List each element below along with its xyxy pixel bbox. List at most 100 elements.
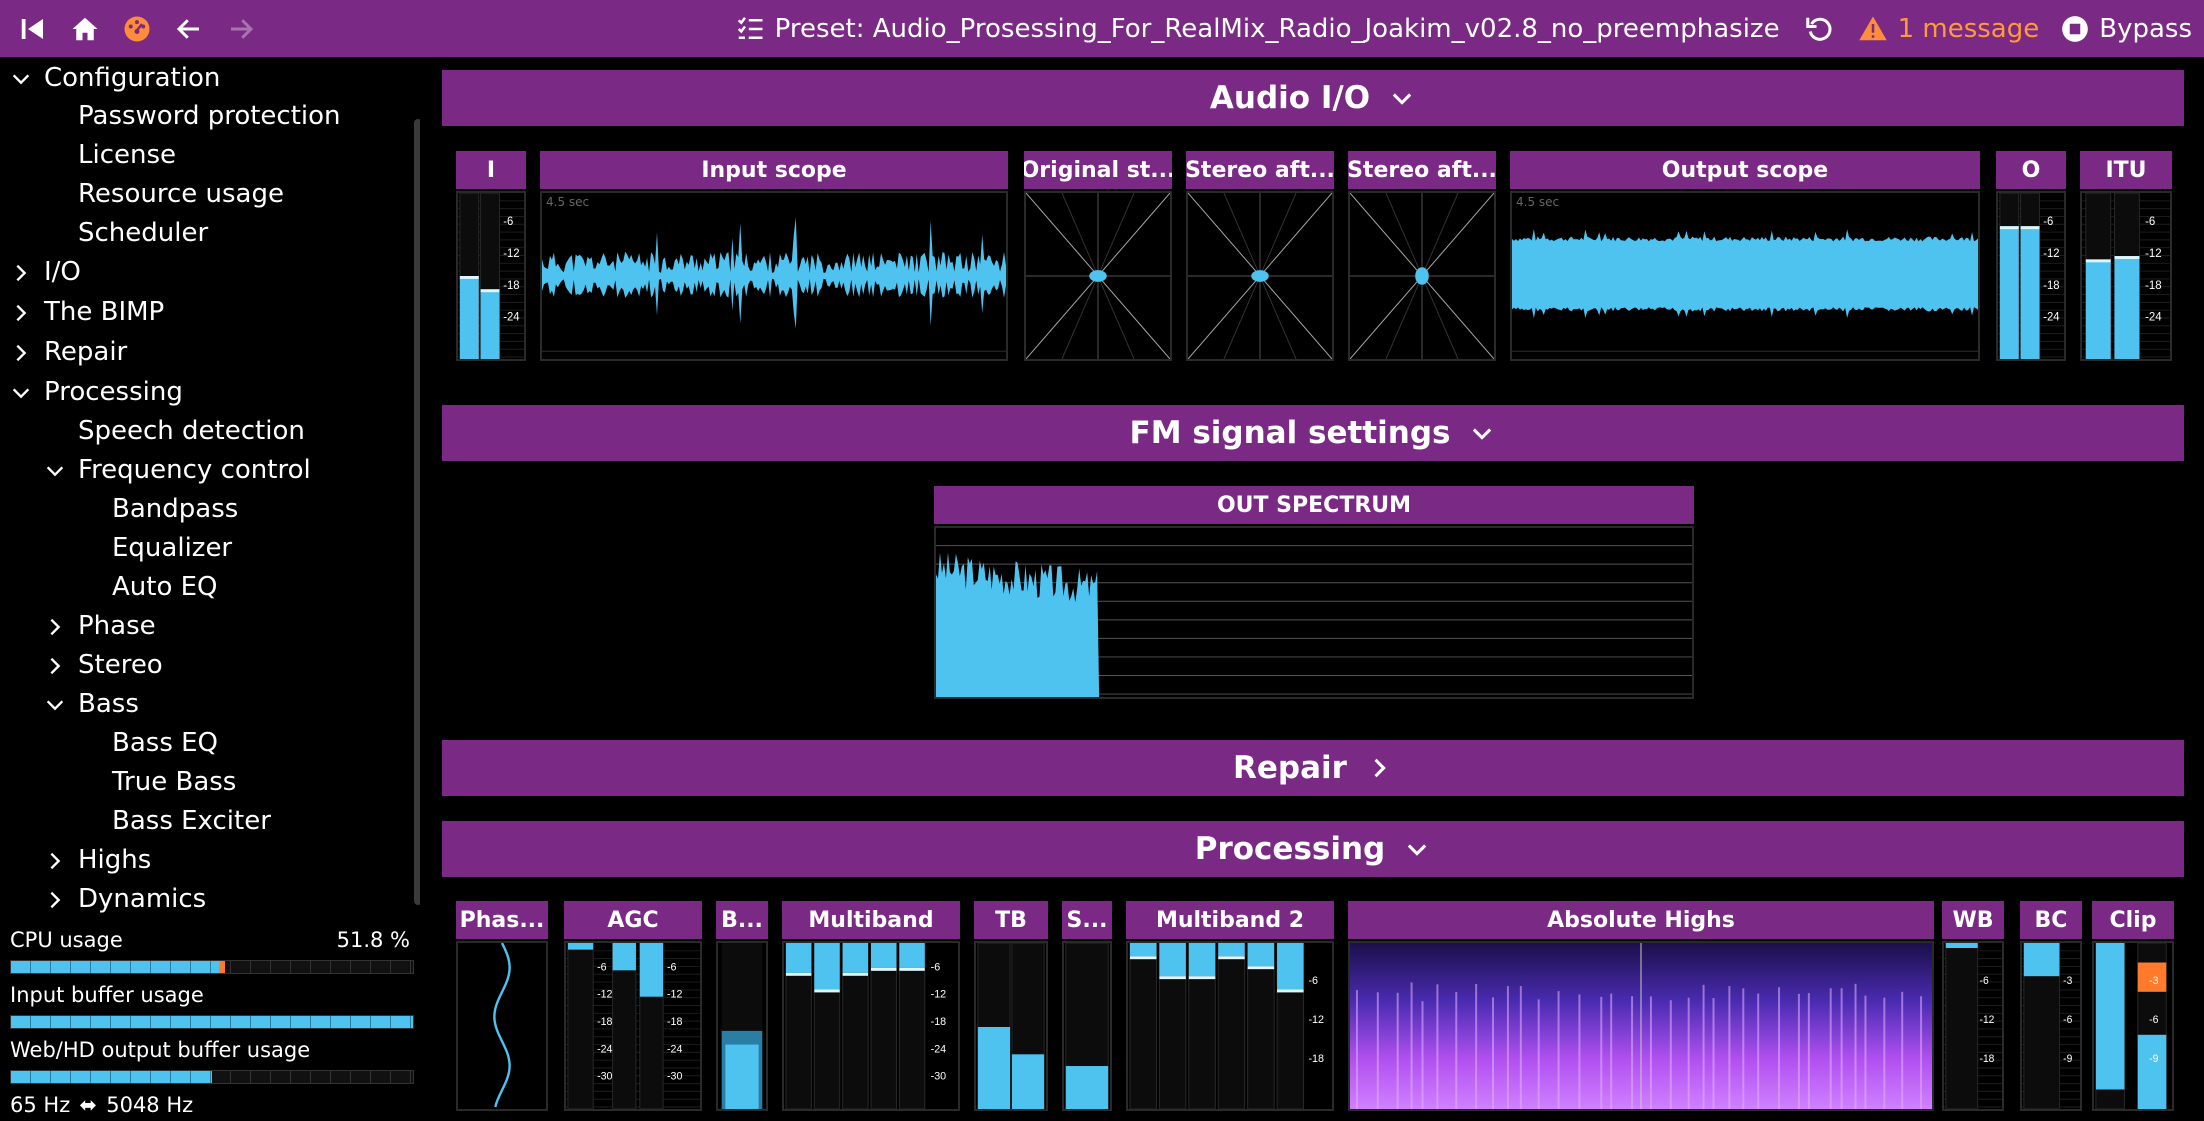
meter-peak — [480, 289, 500, 293]
proc-panel-title: Multiband 2 — [1126, 901, 1334, 939]
proc-panel-bc: BC -3 -6 -9 — [2020, 901, 2082, 1111]
proc-panel-display: -3 -6 -9 — [2092, 941, 2174, 1111]
main-content: Audio I/O I -6 -12 -18 -24 Input scope 4.5 … — [428, 57, 2204, 1121]
gauge-icon[interactable] — [122, 14, 152, 44]
chevron-right-icon — [1374, 758, 1386, 778]
meter-tick-label: -6 — [2145, 216, 2155, 228]
meter-gain-reduction — [1129, 943, 1157, 957]
spectrogram-transient — [1649, 996, 1652, 1109]
meter-tick-label: -30 — [667, 1071, 682, 1083]
spectrogram-transient — [1687, 997, 1690, 1109]
warning-messages[interactable]: 1 message — [1858, 14, 2039, 44]
sidebar-item-bass[interactable]: Bass — [44, 684, 139, 723]
proc-panel-phase: Phas... — [456, 901, 548, 1111]
meter-gain-reduction — [639, 943, 664, 997]
original-stereo-goniometer — [1024, 191, 1172, 361]
spectrogram-transient — [1854, 983, 1857, 1109]
meter-level — [977, 1026, 1011, 1109]
sidebar-item-auto-eq[interactable]: Auto EQ — [78, 567, 218, 606]
sidebar-item-label: Bass — [78, 688, 139, 719]
sidebar-item-resource-usage[interactable]: Resource usage — [44, 174, 284, 213]
chevron-right-icon — [10, 261, 32, 283]
proc-panel-absolute-highs: Absolute Highs — [1348, 901, 1934, 1111]
chevron-right-icon — [44, 849, 66, 871]
sidebar-item-password-protection[interactable]: Password protection — [44, 96, 341, 135]
section-repair[interactable]: Repair — [442, 740, 2184, 796]
back-arrow-icon[interactable] — [174, 14, 204, 44]
meter-level — [2137, 1034, 2167, 1109]
meter-gain-reduction — [785, 943, 812, 973]
sidebar-item-label: Scheduler — [78, 217, 209, 248]
first-page-icon[interactable] — [18, 14, 48, 44]
sidebar-item-configuration[interactable]: Configuration — [10, 58, 220, 97]
meter-peak — [1247, 966, 1275, 970]
sidebar-item-bass-eq[interactable]: Bass EQ — [78, 723, 218, 762]
meter-tick-label: -12 — [503, 248, 519, 260]
sidebar-item-dynamics[interactable]: Dynamics — [44, 879, 206, 918]
sidebar-item-highs[interactable]: Highs — [44, 840, 151, 879]
output-meter-panel: O -6 -12 -18 -24 — [1996, 151, 2066, 361]
sidebar-item-equalizer[interactable]: Equalizer — [78, 528, 232, 567]
forward-arrow-icon[interactable] — [226, 14, 256, 44]
stereo-after-2-goniometer — [1348, 191, 1496, 361]
bypass-button[interactable]: Bypass — [2061, 14, 2192, 44]
chevron-right-icon — [44, 654, 66, 676]
sidebar-item-phase[interactable]: Phase — [44, 606, 156, 645]
section-audio-io[interactable]: Audio I/O — [442, 70, 2184, 126]
sidebar-item-the-bimp[interactable]: The BIMP — [10, 292, 164, 331]
meter-peak — [842, 972, 869, 976]
meter-tick-label: -24 — [2145, 312, 2162, 324]
home-icon[interactable] — [70, 14, 100, 44]
double-arrow-icon: ⬌ — [79, 1093, 98, 1117]
gonio-dot — [1089, 270, 1107, 282]
sidebar-item-i-o[interactable]: I/O — [10, 252, 81, 291]
spectrogram-transient — [1807, 993, 1810, 1109]
sidebar-item-license[interactable]: License — [44, 135, 176, 174]
spectrogram-transient — [1610, 993, 1613, 1109]
meter-tick-label: -9 — [2063, 1053, 2072, 1065]
top-toolbar: Preset: Audio_Prosessing_For_RealMix_Rad… — [0, 0, 2204, 57]
proc-panel-title: Absolute Highs — [1348, 901, 1934, 939]
sidebar-item-label: Speech detection — [78, 415, 305, 446]
meter-tick-label: -24 — [503, 312, 520, 324]
sidebar-item-processing[interactable]: Processing — [10, 372, 183, 411]
stereo-after-1-panel: Stereo aft... — [1186, 151, 1334, 361]
sidebar-item-speech-detection[interactable]: Speech detection — [44, 411, 305, 450]
spectrogram-transient — [1742, 988, 1745, 1109]
spectrogram-transient — [1376, 992, 1379, 1109]
undo-icon[interactable] — [1804, 14, 1834, 44]
goniometer-plot — [1026, 193, 1170, 359]
section-repair-title: Repair — [1233, 750, 1347, 786]
sidebar-item-stereo[interactable]: Stereo — [44, 645, 163, 684]
sidebar-item-bandpass[interactable]: Bandpass — [78, 489, 238, 528]
sidebar-item-label: True Bass — [112, 766, 237, 797]
chevron-right-icon — [44, 615, 66, 637]
meter-gain-reduction — [899, 943, 925, 968]
section-fm-signal[interactable]: FM signal settings — [442, 405, 2184, 461]
bypass-label: Bypass — [2099, 13, 2192, 44]
meter-peak — [2114, 256, 2140, 260]
meter-tick-label: -6 — [667, 961, 677, 973]
spectrogram-transient — [1778, 987, 1781, 1109]
sidebar-item-repair[interactable]: Repair — [10, 332, 127, 371]
output-meter: -6 -12 -18 -24 — [1996, 191, 2066, 361]
stereo-after-2-panel: Stereo aft... — [1348, 151, 1496, 361]
section-processing[interactable]: Processing — [442, 821, 2184, 877]
preset-selector[interactable]: Preset: Audio_Prosessing_For_RealMix_Rad… — [735, 14, 1780, 44]
sidebar-item-label: Frequency control — [78, 454, 311, 485]
sidebar-item-frequency-control[interactable]: Frequency control — [44, 450, 311, 489]
sidebar-item-bass-exciter[interactable]: Bass Exciter — [78, 801, 271, 840]
meter-tick-label: -18 — [1980, 1053, 1995, 1065]
meter-peak — [871, 967, 897, 971]
sidebar-item-label: Stereo — [78, 649, 163, 680]
proc-panel-graphic — [1065, 943, 1109, 1109]
meter-peak — [459, 276, 479, 279]
sidebar-item-true-bass[interactable]: True Bass — [78, 762, 236, 801]
spectrogram-transient — [1519, 986, 1522, 1109]
input-meter: -6 -12 -18 -24 — [456, 191, 526, 361]
spectrogram-transient — [1421, 1001, 1424, 1109]
sidebar-scrollbar[interactable] — [414, 119, 420, 905]
sidebar-item-scheduler[interactable]: Scheduler — [44, 213, 208, 252]
